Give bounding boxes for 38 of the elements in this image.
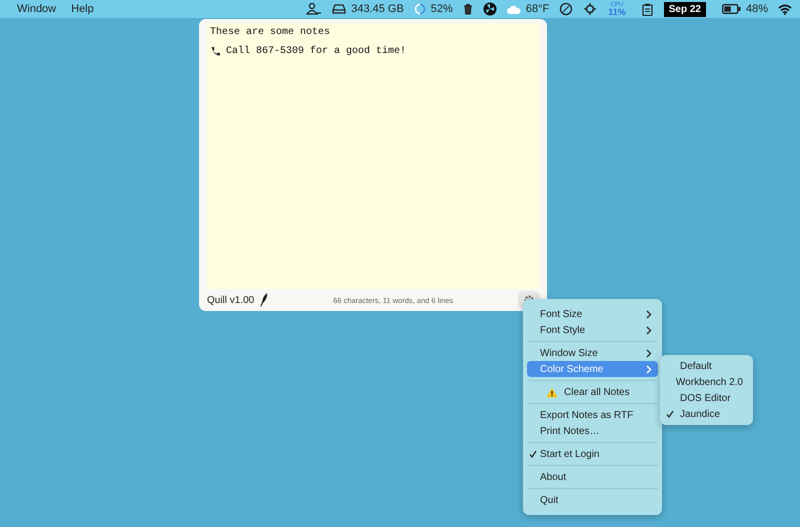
app-version: Quill v1.00 — [207, 294, 254, 306]
menu-item[interactable]: Font Style — [527, 322, 658, 338]
person-icon[interactable] — [306, 3, 322, 15]
menu-item[interactable]: Workbench 2.0 — [664, 374, 749, 390]
menu-item[interactable]: Default — [664, 358, 749, 374]
menu-item[interactable]: DOS Editor — [664, 390, 749, 406]
status-reading: 343.45 GB — [351, 3, 404, 15]
cpu-reading: 11% — [608, 8, 626, 16]
battery-icon[interactable] — [722, 4, 741, 14]
warning-icon — [546, 386, 558, 398]
note-line: Call 867-5309 for a good time! — [226, 46, 406, 57]
wifi-icon[interactable] — [778, 4, 792, 14]
date-label[interactable]: Sep 22 — [664, 2, 706, 16]
menu-item[interactable]: Export Notes as RTF — [527, 407, 658, 423]
menu-item[interactable]: Quit — [527, 492, 658, 508]
menu-item[interactable]: Window Size — [527, 345, 658, 361]
phone-icon — [210, 46, 221, 57]
drive-icon[interactable] — [332, 4, 346, 14]
menu-item[interactable]: Jaundice — [664, 406, 749, 422]
check-icon — [529, 450, 537, 458]
menu-item[interactable]: About — [527, 469, 658, 485]
status-reading: 68°F — [526, 3, 550, 15]
menu-item[interactable]: Clear all Notes — [527, 384, 658, 400]
check-icon — [666, 410, 674, 418]
ring-icon[interactable] — [414, 3, 426, 15]
status-reading: 52% — [430, 3, 453, 15]
menu-bar-item[interactable]: Window — [17, 3, 56, 15]
menu-item[interactable]: Font Size — [527, 306, 658, 322]
note-line: These are some notes — [210, 27, 330, 38]
quill-icon — [260, 293, 268, 307]
trash-icon[interactable] — [462, 3, 473, 15]
clipboard-icon[interactable] — [642, 2, 653, 16]
fan-icon[interactable] — [482, 2, 497, 16]
menu-bar-item[interactable]: Help — [71, 3, 94, 15]
menu-item[interactable]: Print Notes… — [527, 423, 658, 439]
notes-area[interactable]: These are some notes Call 867-5309 for a good time! — [207, 23, 540, 289]
status-reading: 48% — [746, 3, 768, 15]
menu-item[interactable]: Start et Login — [527, 446, 658, 462]
